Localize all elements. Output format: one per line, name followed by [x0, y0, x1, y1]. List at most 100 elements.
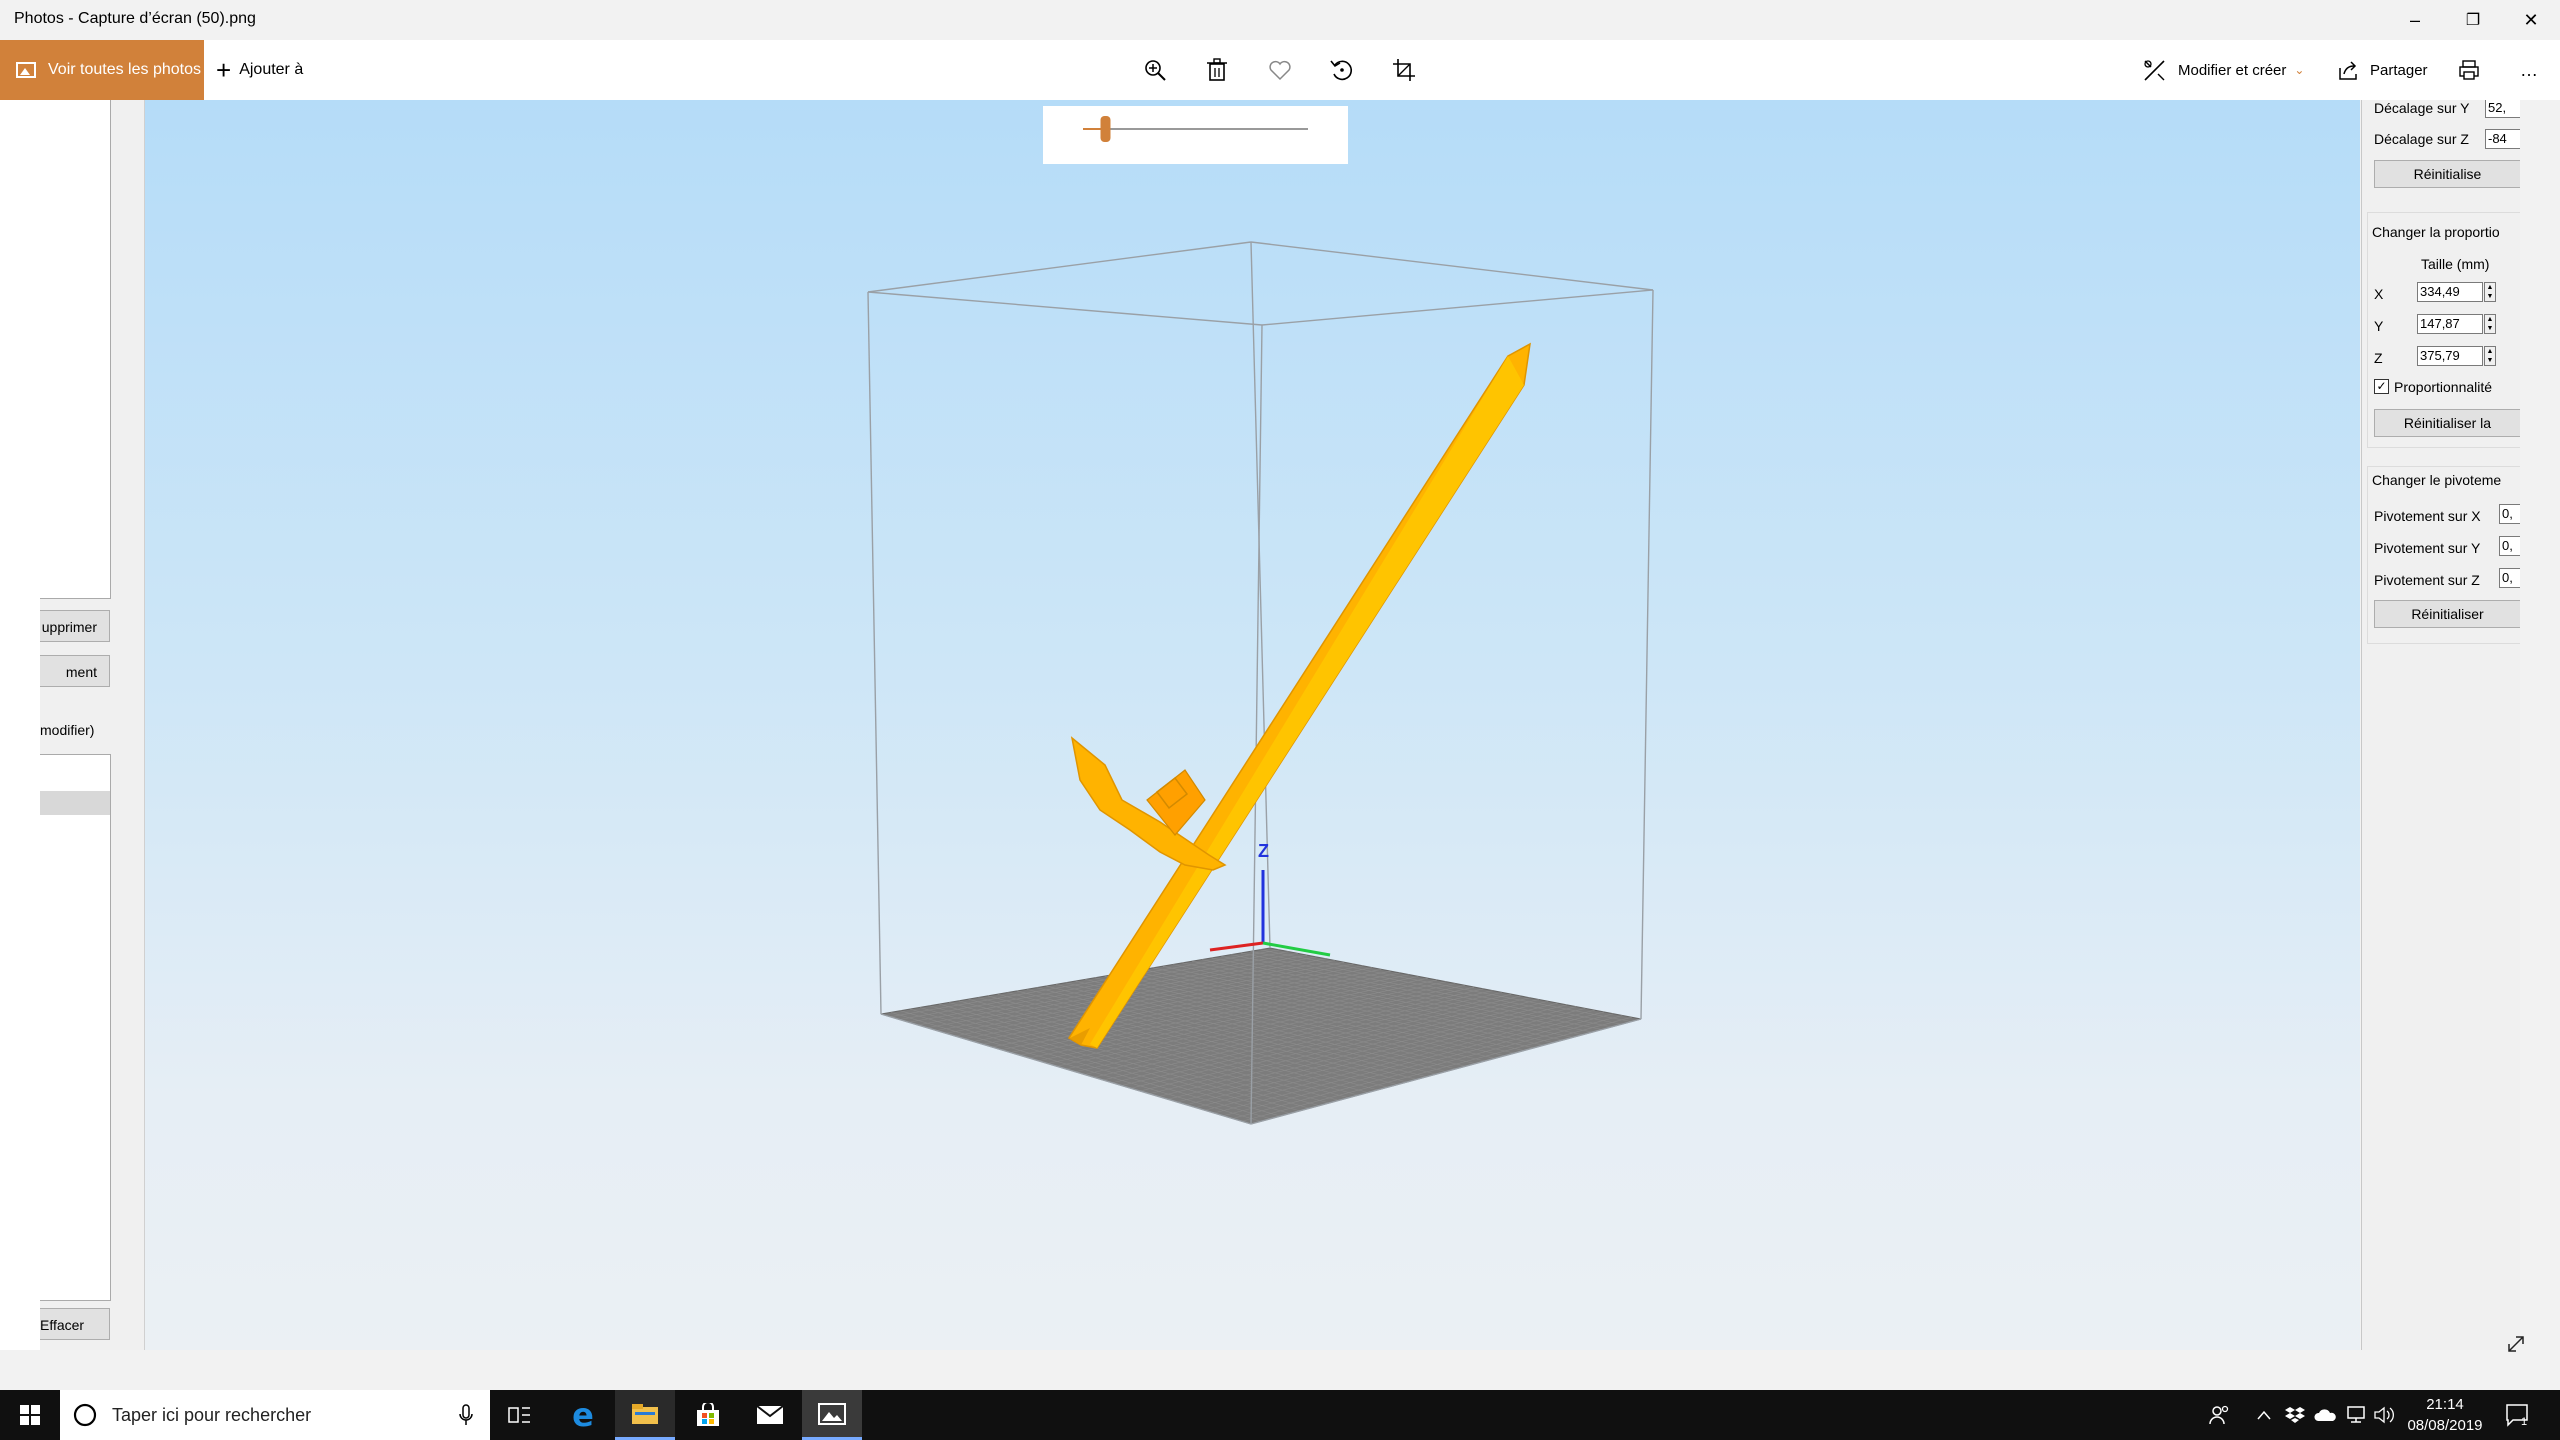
size-y-input[interactable]: 147,87: [2417, 314, 2483, 334]
window-title: Photos - Capture d’écran (50).png: [14, 10, 256, 27]
crop-button[interactable]: [1384, 50, 1424, 90]
size-z-spinner[interactable]: ▲ ▼: [2484, 346, 2496, 366]
list-item-selected[interactable]: [40, 791, 110, 815]
expand-button[interactable]: [2506, 1334, 2526, 1354]
build-plate: [880, 947, 1642, 1125]
photos-taskbar-button[interactable]: [802, 1390, 862, 1440]
size-y-spinner[interactable]: ▲ ▼: [2484, 314, 2496, 334]
taskbar-clock[interactable]: 21:14 08/08/2019: [2405, 1394, 2485, 1436]
clock-time: 21:14: [2426, 1396, 2464, 1413]
chevron-down-icon: ⌄: [2294, 63, 2305, 77]
show-hidden-icons-button[interactable]: [2256, 1390, 2272, 1440]
offset-y-input[interactable]: 52,: [2485, 100, 2520, 118]
folder-icon: [632, 1403, 658, 1424]
zoom-button[interactable]: [1135, 50, 1175, 90]
onedrive-tray[interactable]: [2314, 1390, 2336, 1440]
plus-icon: +: [216, 54, 232, 85]
photos-icon: [818, 1402, 846, 1425]
rot-y-input[interactable]: 0,: [2499, 536, 2520, 556]
taskbar-search[interactable]: Taper ici pour rechercher: [60, 1390, 490, 1440]
volume-tray[interactable]: [2374, 1390, 2396, 1440]
edit-create-button[interactable]: Modifier et créer ⌄: [2142, 40, 2304, 100]
offset-z-input[interactable]: -84: [2485, 129, 2520, 149]
zoom-in-icon: [1145, 60, 1166, 81]
people-button[interactable]: [2208, 1390, 2230, 1440]
magic-wand-icon: [2144, 60, 2165, 81]
object-list[interactable]: [40, 100, 111, 599]
rot-x-input[interactable]: 0,: [2499, 504, 2520, 524]
app-left-panel: upprimer ment modifier) Effacer: [40, 100, 145, 1350]
size-x-spinner[interactable]: ▲ ▼: [2484, 282, 2496, 302]
printer-icon: [2459, 60, 2479, 80]
minimize-button[interactable]: –: [2386, 0, 2444, 40]
size-x-input[interactable]: 334,49: [2417, 282, 2483, 302]
heart-icon: [1269, 60, 1291, 81]
share-button[interactable]: Partager: [2338, 40, 2428, 100]
modifier-list[interactable]: [40, 754, 111, 1301]
size-label: Taille (mm): [2421, 256, 2490, 272]
close-button[interactable]: ✕: [2502, 0, 2560, 40]
network-tray[interactable]: [2345, 1390, 2367, 1440]
scale-group-label: Changer la proportio: [2372, 224, 2500, 240]
taskbar: Taper ici pour rechercher e 21:14 08/08/…: [0, 1390, 2560, 1440]
maximize-button[interactable]: ❐: [2444, 0, 2502, 40]
print-button[interactable]: [2458, 40, 2480, 100]
edge-icon: e: [572, 1396, 594, 1434]
delete-object-button[interactable]: upprimer: [40, 610, 110, 642]
proportional-checkbox[interactable]: ✓: [2374, 379, 2389, 394]
action-center-button[interactable]: 1: [2505, 1390, 2531, 1440]
size-z-input[interactable]: 375,79: [2417, 346, 2483, 366]
reset-offset-button[interactable]: Réinitialise: [2374, 160, 2520, 188]
dropbox-icon: [2285, 1407, 2305, 1423]
store-taskbar-button[interactable]: [678, 1390, 738, 1440]
more-options-button[interactable]: …: [2520, 40, 2538, 100]
reset-rotation-button[interactable]: Réinitialiser: [2374, 600, 2520, 628]
rot-x-label: Pivotement sur X: [2374, 508, 2481, 524]
volume-icon: [2374, 1406, 2394, 1424]
delete-button[interactable]: [1197, 50, 1237, 90]
view-all-photos-button[interactable]: Voir toutes les photos: [0, 40, 204, 100]
rotate-button[interactable]: [1322, 50, 1362, 90]
photo-icon: [16, 62, 36, 78]
crop-icon: [1393, 59, 1415, 81]
task-view-button[interactable]: [490, 1390, 550, 1440]
onedrive-icon: [2314, 1409, 2336, 1421]
dropbox-tray[interactable]: [2285, 1390, 2305, 1440]
start-button[interactable]: [0, 1390, 60, 1440]
section-label: modifier): [40, 722, 95, 738]
store-icon: [697, 1403, 719, 1426]
second-object-button[interactable]: ment: [40, 655, 110, 687]
search-placeholder: Taper ici pour rechercher: [112, 1404, 312, 1425]
3d-viewport[interactable]: Z: [145, 100, 2360, 1350]
mail-icon: [756, 1405, 784, 1424]
sword-model[interactable]: [1067, 342, 1531, 1049]
add-to-label: Ajouter à: [239, 61, 304, 78]
windows-icon: [20, 1405, 40, 1425]
rot-z-label: Pivotement sur Z: [2374, 572, 2480, 588]
left-margin: [0, 100, 40, 1350]
mail-taskbar-button[interactable]: [740, 1390, 800, 1440]
microphone-icon[interactable]: [458, 1404, 474, 1426]
photo-viewer: upprimer ment modifier) Effacer Z Décala…: [40, 100, 2520, 1350]
notification-count: 1: [2521, 1416, 2528, 1428]
edit-create-label: Modifier et créer: [2178, 61, 2287, 79]
reset-scale-button[interactable]: Réinitialiser la: [2374, 409, 2520, 437]
proportional-label: Proportionnalité: [2394, 379, 2493, 395]
rot-z-input[interactable]: 0,: [2499, 568, 2520, 588]
task-view-icon: [508, 1407, 530, 1423]
y-label: Y: [2374, 318, 2384, 334]
z-label: Z: [2374, 350, 2383, 366]
favorite-button[interactable]: [1260, 50, 1300, 90]
rotation-group-label: Changer le pivoteme: [2372, 472, 2502, 488]
clock-date: 08/08/2019: [2407, 1417, 2483, 1434]
photos-toolbar: Voir toutes les photos + Ajouter à Modif…: [0, 40, 2560, 100]
edge-taskbar-button[interactable]: e: [553, 1390, 613, 1440]
view-all-photos-label: Voir toutes les photos: [48, 61, 201, 78]
scene-canvas: Z: [867, 241, 1654, 1125]
add-to-button[interactable]: + Ajouter à: [216, 40, 303, 100]
file-explorer-taskbar-button[interactable]: [615, 1390, 675, 1440]
rot-y-label: Pivotement sur Y: [2374, 540, 2481, 556]
clear-button[interactable]: Effacer: [40, 1308, 110, 1340]
cortana-icon: [73, 1403, 97, 1427]
app-right-panel: Décalage sur Y 52, Décalage sur Z -84 Ré…: [2361, 100, 2520, 1350]
